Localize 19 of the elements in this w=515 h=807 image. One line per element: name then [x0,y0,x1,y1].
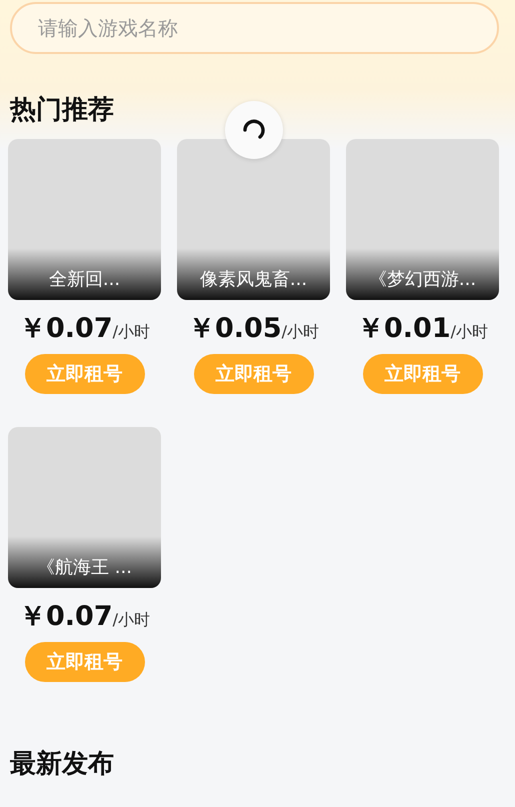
game-thumbnail[interactable]: 《梦幻西游... [346,139,499,300]
game-title: 《航海王 ... [37,556,132,579]
game-thumbnail[interactable]: 《航海王 ... [8,427,161,588]
price: ￥0.01 [356,312,451,346]
price: ￥0.07 [18,600,113,634]
price: ￥0.05 [188,312,282,346]
price-unit: /小时 [112,610,150,631]
price-unit: /小时 [112,322,150,343]
game-title: 《梦幻西游... [368,268,476,291]
price: ￥0.07 [18,312,113,346]
game-title: 全新回... [48,268,120,291]
section-title: 最新发布 [10,748,115,781]
section-title: 热门推荐 [10,94,115,127]
search-field[interactable]: 请输入游戏名称 [10,2,499,54]
price-unit: /小时 [282,322,319,343]
game-thumbnail[interactable]: 全新回... [8,139,161,300]
game-thumbnail[interactable]: 像素风鬼畜... [177,139,330,300]
game-title: 像素风鬼畜... [200,268,308,291]
price-unit: /小时 [450,322,488,343]
